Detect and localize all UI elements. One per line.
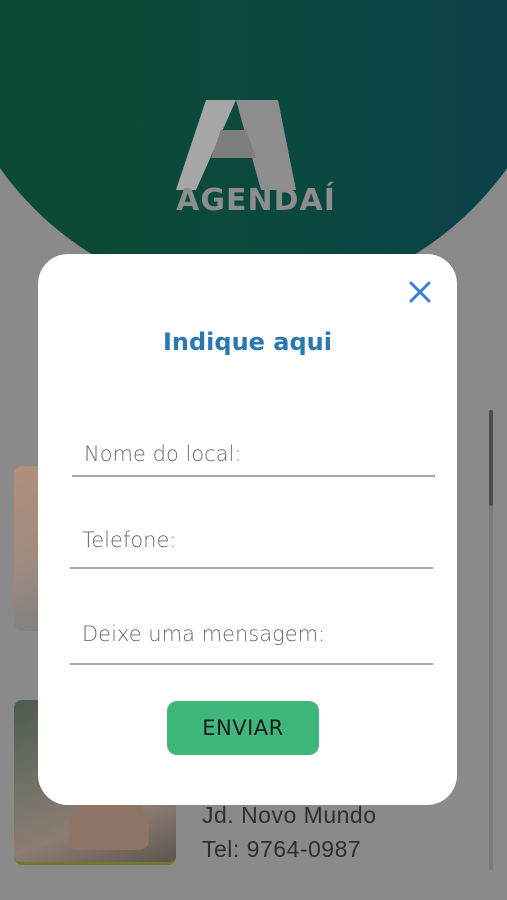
- logo-a-icon: [176, 100, 296, 190]
- listing-address: Jd. Novo Mundo: [202, 802, 377, 828]
- scrollbar-thumb[interactable]: [489, 410, 493, 506]
- phone-input[interactable]: [70, 512, 433, 569]
- close-icon: [409, 281, 431, 303]
- listing-phone: Tel: 9764-0987: [202, 836, 362, 862]
- suggestion-modal: Indique aqui ENVIAR: [38, 254, 457, 805]
- close-button[interactable]: [406, 278, 434, 306]
- place-name-input[interactable]: [72, 432, 435, 477]
- message-input[interactable]: [70, 604, 433, 665]
- logo-text: AGENDAÍ: [176, 183, 336, 218]
- modal-title: Indique aqui: [162, 328, 332, 356]
- send-button[interactable]: ENVIAR: [167, 701, 319, 755]
- app-logo: AGENDAÍ: [166, 100, 346, 220]
